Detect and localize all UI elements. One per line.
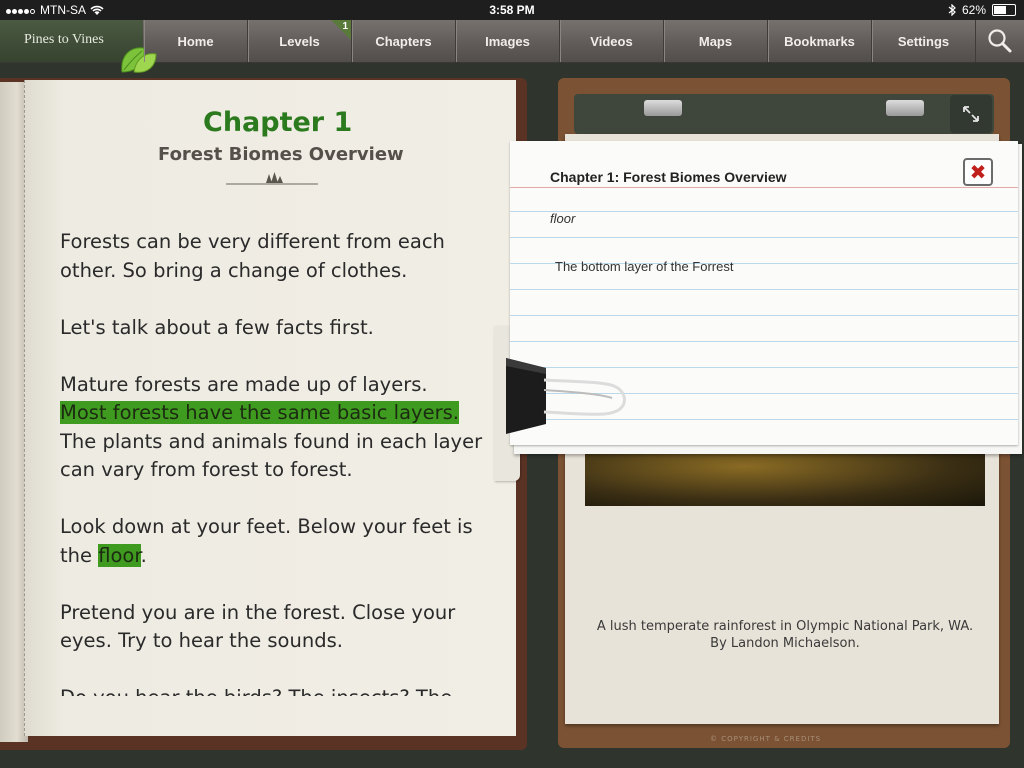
search-icon — [988, 29, 1012, 53]
nav-maps[interactable]: Maps — [664, 20, 768, 62]
nav-videos-label: Videos — [590, 33, 633, 49]
levels-badge: 1 — [342, 21, 348, 32]
clipboard-header — [574, 94, 994, 134]
nav-bookmarks-label: Bookmarks — [784, 33, 855, 49]
copyright-credits-link[interactable]: © COPYRIGHT & CREDITS — [710, 735, 821, 743]
note-title: Chapter 1: Forest Biomes Overview — [550, 169, 787, 185]
nav-chapters-label: Chapters — [375, 33, 432, 49]
nav-maps-label: Maps — [698, 33, 733, 49]
chapter-subtitle: Forest Biomes Overview — [158, 144, 404, 165]
top-nav: Pines to Vines Home Levels 1 Chapters Im… — [0, 20, 1024, 73]
nav-settings[interactable]: Settings — [872, 20, 976, 62]
nav-bookmarks[interactable]: Bookmarks — [768, 20, 872, 62]
note-term: floor — [550, 211, 576, 226]
status-bar: MTN-SA 3:58 PM 62% — [0, 0, 1024, 20]
binder-clip-icon — [506, 358, 626, 434]
nav-home-label: Home — [177, 33, 214, 49]
photo-caption: A lush temperate rainforest in Olympic N… — [585, 618, 985, 652]
paragraph: Let's talk about a few facts first. — [60, 315, 374, 339]
search-button[interactable] — [976, 20, 1024, 62]
text-span: Mature forests are made up of layers. — [60, 372, 428, 396]
battery-percent: 62% — [961, 3, 986, 17]
paragraph: Pretend you are in the forest. Close you… — [60, 600, 456, 653]
paragraph: Look down at your feet. Below your feet … — [60, 513, 500, 570]
nav-settings-label: Settings — [897, 33, 950, 49]
clip-pin — [644, 100, 682, 116]
nav-home[interactable]: Home — [144, 20, 248, 62]
trees-ornament-icon — [226, 172, 318, 185]
expand-icon — [963, 106, 979, 122]
nav-levels[interactable]: Levels 1 — [248, 20, 352, 62]
chapter-title: Chapter 1 — [203, 107, 353, 138]
chapter-body: Forests can be very different from each … — [60, 228, 500, 696]
paragraph: Forests can be very different from each … — [60, 230, 445, 282]
nav-images-label: Images — [485, 33, 530, 49]
note-definition[interactable]: The bottom layer of the Forrest — [555, 259, 733, 274]
status-right: 62% — [948, 3, 1016, 17]
paragraph: Mature forests are made up of layers. Mo… — [60, 371, 500, 485]
text-span: The plants and animals found in each lay… — [60, 429, 483, 482]
caption-credit: By Landon Michaelson. — [710, 636, 860, 651]
clock: 3:58 PM — [489, 3, 535, 17]
battery-icon — [992, 4, 1016, 16]
close-icon: ✖ — [969, 160, 987, 184]
paragraph: Do you hear the birds? The insects? The — [60, 684, 500, 696]
expand-button[interactable] — [950, 95, 992, 133]
battery-fill — [994, 6, 1007, 14]
highlighted-term-floor[interactable]: floor — [98, 543, 141, 567]
caption-line: A lush temperate rainforest in Olympic N… — [596, 619, 974, 634]
brand-title: Pines to Vines — [24, 32, 104, 47]
nav-levels-label: Levels — [279, 33, 320, 49]
nav-images[interactable]: Images — [456, 20, 560, 62]
highlighted-text[interactable]: Most forests have the same basic layers. — [60, 401, 459, 424]
bluetooth-icon — [948, 4, 956, 16]
text-span: . — [140, 543, 147, 567]
nav-chapters[interactable]: Chapters — [352, 20, 456, 62]
book-stitching — [24, 80, 27, 736]
close-button[interactable]: ✖ — [963, 158, 993, 186]
levels-badge-corner — [331, 20, 351, 40]
nav-videos[interactable]: Videos — [560, 20, 664, 62]
clip-pin — [886, 100, 924, 116]
